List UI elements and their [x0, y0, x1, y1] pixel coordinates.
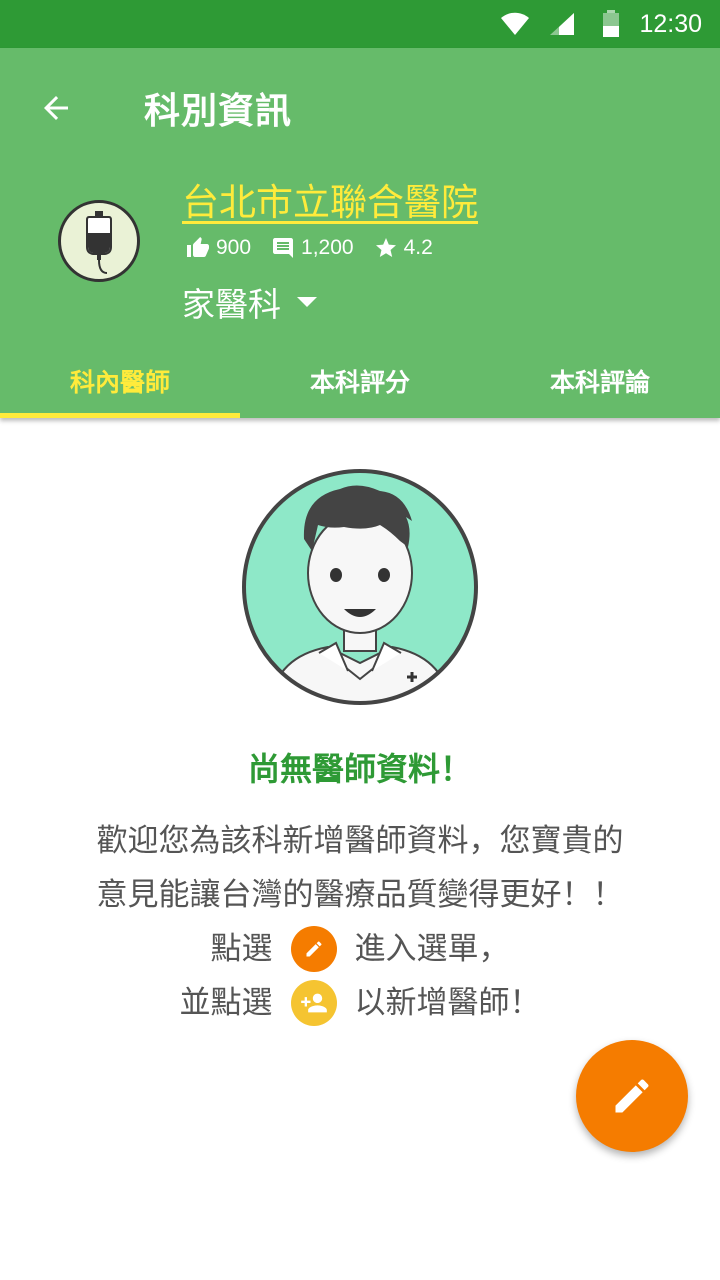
message-add-doctor: 以新增醫師！ [354, 985, 541, 1021]
doctor-avatar-illustration [240, 467, 480, 707]
iv-bag-icon [86, 211, 112, 274]
message-line-4: 並點選 以新增醫師！ [0, 976, 720, 1030]
message-and-click-label: 並點選 [179, 985, 273, 1021]
likes-count: 900 [216, 236, 252, 259]
comments-count: 1,200 [301, 236, 354, 259]
wifi-icon [500, 12, 530, 40]
message-line-2: 意見能讓台灣的醫療品質變得更好！！ [96, 877, 624, 913]
hospital-logo [58, 200, 140, 282]
tab-ratings[interactable]: 本科評分 [240, 344, 480, 418]
status-time: 12:30 [639, 10, 702, 38]
status-bar: 12:30 [0, 0, 720, 48]
star-icon [374, 236, 398, 260]
app-bar: 科別資訊 台北市立聯合醫院 900 1,200 4.2 家醫科 科內醫師 本科評… [0, 48, 720, 418]
tab-bar: 科內醫師 本科評分 本科評論 [0, 344, 720, 418]
pencil-icon [290, 926, 337, 972]
message-line-1: 歡迎您為該科新增醫師資料，您寶貴的 [96, 823, 624, 859]
pencil-icon [615, 1079, 649, 1113]
arrow-left-icon [44, 96, 68, 120]
edit-fab-button[interactable] [576, 1040, 688, 1152]
hospital-name-link[interactable]: 台北市立聯合醫院 [182, 172, 478, 226]
tab-doctors[interactable]: 科內醫師 [0, 344, 240, 418]
empty-state-title: 尚無醫師資料！ [247, 750, 472, 788]
message-click-label: 點選 [210, 931, 273, 967]
rating-value: 4.2 [403, 236, 433, 259]
thumb-up-icon [186, 236, 210, 260]
empty-state-message: 歡迎您為該科新增醫師資料，您寶貴的 意見能讓台灣的醫療品質變得更好！！ 點選 進… [0, 814, 720, 1030]
message-enter-menu: 進入選單， [354, 931, 510, 967]
department-label: 家醫科 [182, 285, 281, 324]
battery-icon [602, 10, 620, 42]
page-title: 科別資訊 [144, 91, 293, 132]
department-dropdown[interactable]: 家醫科 [182, 278, 317, 326]
tab-reviews[interactable]: 本科評論 [480, 344, 720, 418]
comment-icon [271, 236, 295, 260]
chevron-down-icon [297, 297, 317, 307]
back-button[interactable] [32, 84, 80, 132]
message-line-3: 點選 進入選單， [0, 922, 720, 976]
person-add-icon [290, 980, 337, 1026]
signal-icon [549, 12, 575, 40]
hospital-stats: 900 1,200 4.2 [186, 234, 453, 262]
